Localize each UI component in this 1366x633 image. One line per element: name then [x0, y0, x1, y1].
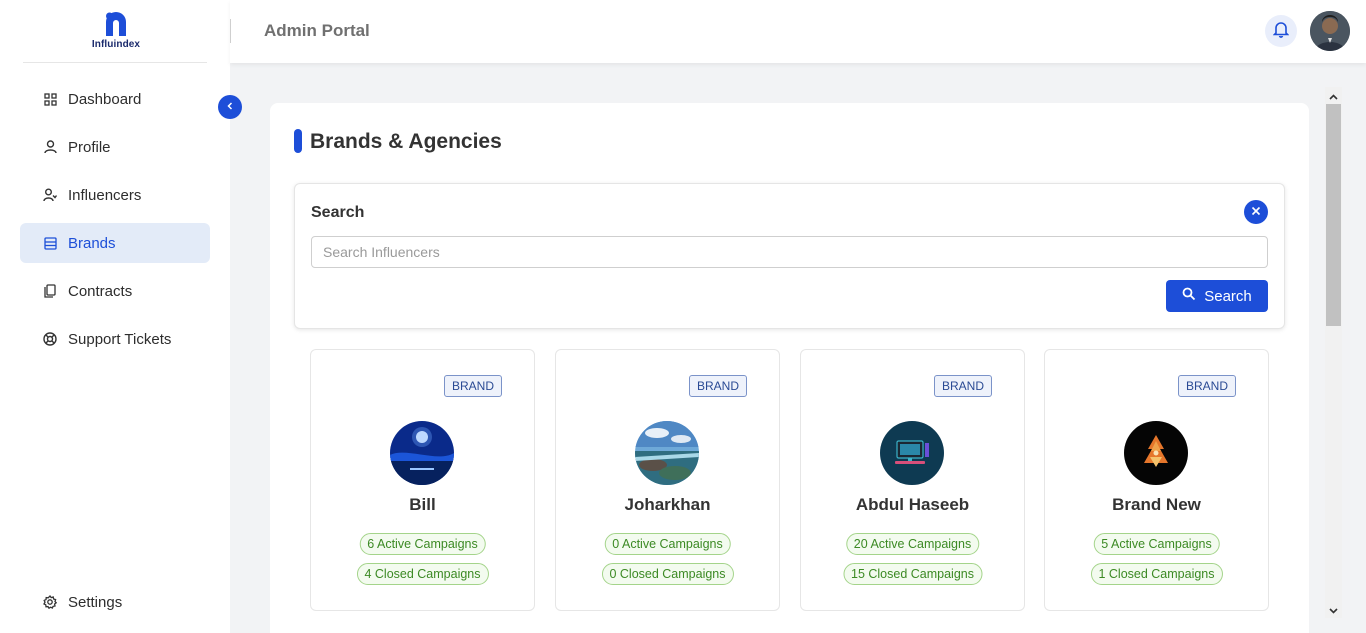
brand-badge: BRAND	[688, 375, 747, 397]
store-icon	[43, 236, 57, 250]
search-button[interactable]: Search	[1166, 280, 1268, 312]
chevron-down-icon	[1329, 601, 1338, 619]
gear-icon	[43, 595, 57, 609]
search-panel: Search Search	[294, 183, 1285, 329]
user-icon	[43, 140, 57, 154]
active-campaigns-badge: 5 Active Campaigns	[1093, 533, 1220, 555]
sidebar-item-label: Profile	[68, 138, 111, 156]
grid-icon	[43, 92, 57, 106]
sidebar-item-label: Dashboard	[68, 90, 142, 108]
brand-name: Brand New	[1112, 495, 1201, 514]
brand-avatar	[880, 421, 944, 485]
active-campaigns-badge: 20 Active Campaigns	[845, 533, 980, 555]
support-icon	[43, 332, 57, 346]
user-avatar[interactable]	[1310, 11, 1350, 51]
influindex-logo[interactable]: Influindex	[91, 12, 141, 54]
brand-avatar	[390, 421, 454, 485]
brand-card[interactable]: BRAND Brand New 5 Active Campaigns 1 Clo…	[1044, 349, 1269, 611]
closed-campaigns-badge: 0 Closed Campaigns	[601, 563, 734, 585]
brand-card[interactable]: BRAND Abdul Haseeb 20 Active Campaigns 1…	[800, 349, 1025, 611]
heading-accent-bar	[294, 129, 302, 153]
bell-icon	[1272, 20, 1290, 43]
brand-avatar	[1124, 421, 1188, 485]
brand-name: Bill	[409, 495, 436, 514]
sidebar-item-label: Contracts	[68, 282, 133, 300]
document-icon	[43, 284, 57, 298]
search-input[interactable]	[311, 236, 1268, 268]
brand-name: Abdul Haseeb	[855, 495, 970, 514]
vertical-scrollbar[interactable]	[1325, 87, 1342, 618]
sidebar-item-settings[interactable]: Settings	[20, 582, 210, 622]
closed-campaigns-badge: 15 Closed Campaigns	[843, 563, 982, 585]
scroll-up-button[interactable]	[1325, 87, 1342, 104]
sidebar-item-label: Influencers	[68, 186, 142, 204]
close-search-button[interactable]	[1244, 200, 1268, 224]
chevron-left-icon	[225, 98, 235, 116]
scrollbar-thumb[interactable]	[1326, 104, 1341, 326]
active-campaigns-badge: 6 Active Campaigns	[359, 533, 486, 555]
close-icon	[1251, 203, 1261, 221]
topbar: Admin Portal	[230, 0, 1366, 63]
sidebar-item-label: Settings	[68, 593, 123, 611]
brand-badge: BRAND	[443, 375, 502, 397]
closed-campaigns-badge: 4 Closed Campaigns	[356, 563, 489, 585]
brand-card[interactable]: BRAND Bill 6 Active Campaigns 4 Closed C…	[310, 349, 535, 611]
notifications-button[interactable]	[1265, 15, 1297, 47]
brands-panel: Brands & Agencies Search Search BRAND	[270, 103, 1309, 633]
search-label: Search	[311, 204, 365, 221]
brand-name: Joharkhan	[624, 495, 711, 514]
sidebar-item-contracts[interactable]: Contracts	[20, 271, 210, 311]
closed-campaigns-badge: 1 Closed Campaigns	[1090, 563, 1223, 585]
sidebar-item-brands[interactable]: Brands	[20, 223, 210, 263]
sidebar-item-influencers[interactable]: Influencers	[20, 175, 210, 215]
brand-badge: BRAND	[933, 375, 992, 397]
user-group-icon	[43, 188, 57, 202]
brand-avatar	[635, 421, 699, 485]
sidebar-item-label: Support Tickets	[68, 330, 172, 348]
scroll-down-button[interactable]	[1325, 601, 1342, 618]
sidebar: Influindex Dashboard Profile Influencers	[0, 0, 230, 633]
logo-area: Influindex	[23, 0, 207, 63]
search-icon	[1182, 287, 1196, 305]
sidebar-item-support-tickets[interactable]: Support Tickets	[20, 319, 210, 359]
sidebar-item-profile[interactable]: Profile	[20, 127, 210, 167]
sidebar-item-dashboard[interactable]: Dashboard	[20, 79, 210, 119]
topbar-divider	[230, 19, 231, 43]
page-title: Admin Portal	[264, 21, 370, 40]
brand-cards-grid: BRAND Bill 6 Active Campaigns 4 Closed C…	[310, 349, 1270, 611]
brand-card[interactable]: BRAND Joharkhan 0 Active Campaigns 0 Clo…	[555, 349, 780, 611]
brand-badge: BRAND	[1177, 375, 1236, 397]
section-heading: Brands & Agencies	[310, 130, 502, 153]
search-button-label: Search	[1204, 287, 1252, 305]
sidebar-item-label: Brands	[68, 234, 116, 252]
sidebar-collapse-button[interactable]	[218, 95, 242, 119]
active-campaigns-badge: 0 Active Campaigns	[604, 533, 731, 555]
sidebar-nav: Dashboard Profile Influencers Brands Con…	[20, 79, 210, 367]
chevron-up-icon	[1329, 87, 1338, 105]
logo-text: Influindex	[91, 39, 141, 50]
